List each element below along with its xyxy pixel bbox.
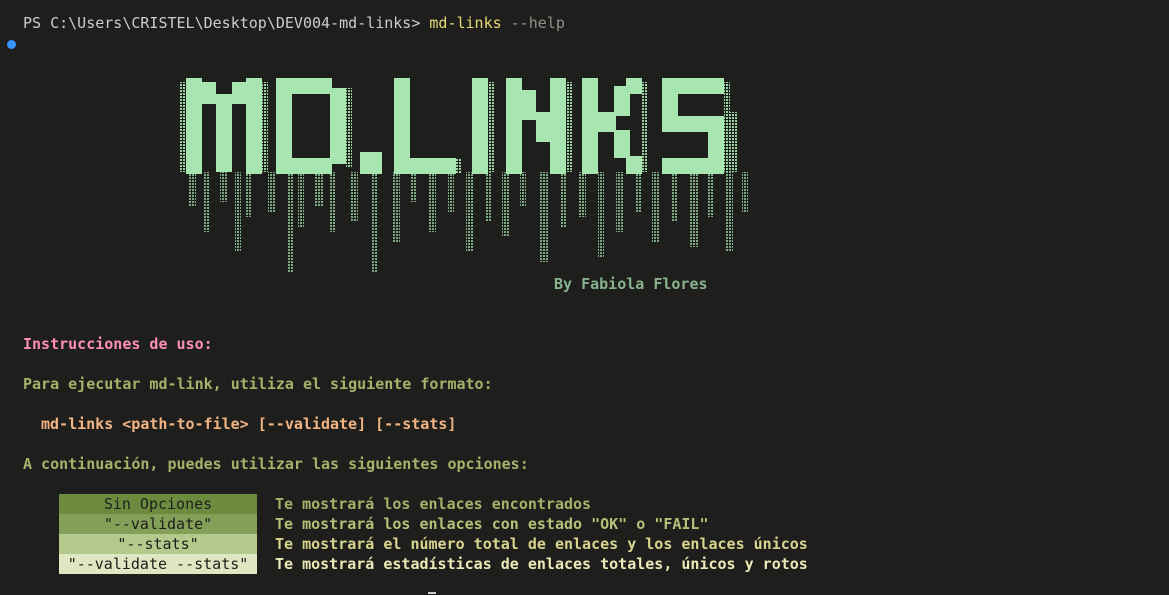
option-description: Te mostrará los enlaces encontrados: [275, 495, 592, 513]
command-name: md-links: [429, 14, 502, 32]
option-description: Te mostrará el número total de enlaces y…: [275, 535, 808, 553]
option-label: "--validate": [59, 514, 257, 534]
option-label: Sin Opciones: [59, 494, 257, 514]
prompt-line: PS C:\Users\CRISTEL\Desktop\DEV004-md-li…: [23, 14, 565, 32]
option-description: Te mostrará estadísticas de enlaces tota…: [275, 555, 808, 573]
author-credit: By Fabiola Flores: [554, 275, 708, 293]
md-links-ascii-banner: [180, 78, 748, 272]
option-label: "--stats": [59, 534, 257, 554]
terminal-cursor: [428, 592, 436, 594]
command-argument: --help: [510, 14, 565, 32]
terminal-window[interactable]: PS C:\Users\CRISTEL\Desktop\DEV004-md-li…: [0, 0, 1169, 595]
option-label: "--validate --stats": [59, 554, 257, 574]
command-status-dot-icon: [7, 40, 16, 49]
usage-intro-text: Para ejecutar md-link, utiliza el siguie…: [23, 375, 493, 393]
usage-syntax: md-links <path-to-file> [--validate] [--…: [41, 415, 457, 433]
instructions-heading: Instrucciones de uso:: [23, 335, 213, 353]
options-intro-text: A continuación, puedes utilizar las sigu…: [23, 455, 529, 473]
prompt-path: PS C:\Users\CRISTEL\Desktop\DEV004-md-li…: [23, 14, 430, 32]
option-description: Te mostrará los enlaces con estado "OK" …: [275, 515, 709, 533]
